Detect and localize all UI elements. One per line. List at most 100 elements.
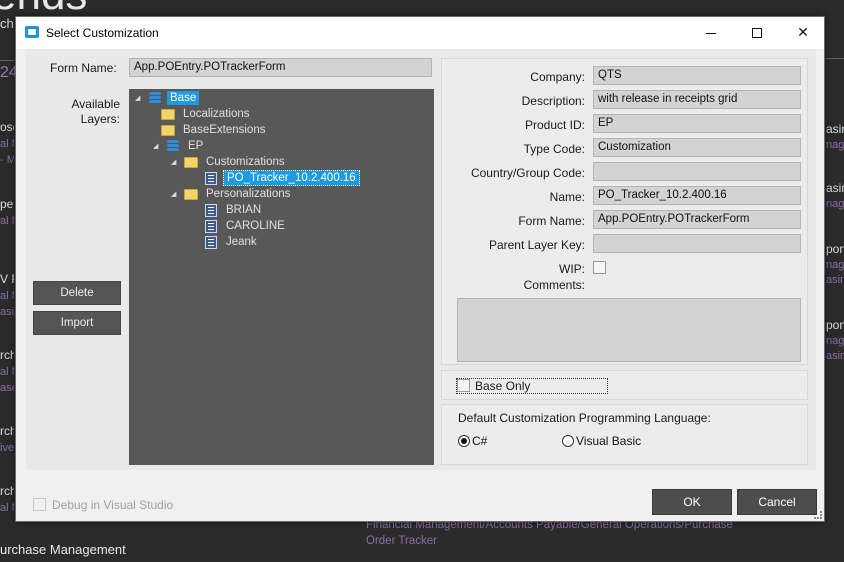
company-field[interactable]: QTS <box>593 66 801 85</box>
dialog-content: Form Name: App.POEntry.POTrackerForm Ava… <box>26 49 816 470</box>
background-right-sub: nag <box>826 198 844 210</box>
collapse-icon[interactable]: ◢ <box>171 190 181 198</box>
product-id-label: Product ID: <box>524 118 585 132</box>
tree-node-label: Jeank <box>226 236 257 248</box>
database-icon <box>166 140 180 152</box>
collapse-icon[interactable]: ◢ <box>135 94 145 102</box>
form-name-field[interactable]: App.POEntry.POTrackerForm <box>129 58 432 77</box>
customization-details-panel: Company: QTS Description: with release i… <box>441 58 808 365</box>
background-right-sub: nag <box>826 259 844 271</box>
maximize-button[interactable] <box>734 17 780 49</box>
folder-icon <box>184 188 198 200</box>
wip-label: WIP: <box>559 262 585 276</box>
parent-layer-key-label: Parent Layer Key: <box>488 238 585 252</box>
dialog-titlebar[interactable]: Select Customization ✕ <box>16 17 824 49</box>
background-left-item[interactable]: pe <box>0 197 14 211</box>
background-right-item[interactable]: pon <box>826 242 844 256</box>
ok-button[interactable]: OK <box>652 489 732 515</box>
wip-checkbox[interactable] <box>593 261 606 274</box>
background-right-item[interactable]: pon <box>826 318 844 332</box>
tree-node-localizations[interactable]: Localizations <box>148 106 252 122</box>
debug-checkbox[interactable] <box>33 498 46 511</box>
collapse-icon[interactable]: ◢ <box>171 158 181 166</box>
tree-node-po-tracker[interactable]: PO_Tracker_10.2.400.16 <box>205 170 360 186</box>
maximize-icon <box>752 28 762 38</box>
type-code-field[interactable]: Customization <box>593 138 801 157</box>
background-left-sub: al M <box>0 366 14 378</box>
minimize-icon <box>706 32 716 34</box>
tree-node-ep[interactable]: ◢ EP <box>153 138 206 154</box>
background-divider <box>826 58 844 59</box>
description-label: Description: <box>521 94 585 108</box>
description-field[interactable]: with release in receipts grid <box>593 90 801 109</box>
background-app-subtitle: ch <box>0 16 14 31</box>
resize-grip-icon[interactable] <box>814 511 822 519</box>
name-field[interactable]: PO_Tracker_10.2.400.16 <box>593 186 801 205</box>
background-left-sub: ive <box>0 442 14 454</box>
dialog-title: Select Customization <box>46 26 159 40</box>
comments-label: Comments: <box>523 278 585 292</box>
tree-node-label: CAROLINE <box>226 220 285 232</box>
base-only-label[interactable]: Base Only <box>456 378 608 394</box>
app-icon <box>25 26 39 38</box>
details-form-name-label: Form Name: <box>518 214 585 228</box>
tree-node-caroline[interactable]: CAROLINE <box>205 218 288 234</box>
tree-node-brian[interactable]: BRIAN <box>205 202 264 218</box>
parent-layer-key-field[interactable] <box>593 234 801 253</box>
background-left-item[interactable]: rch <box>0 348 14 362</box>
country-group-code-field[interactable] <box>593 162 801 181</box>
tree-node-baseextensions[interactable]: BaseExtensions <box>148 122 268 138</box>
delete-button[interactable]: Delete <box>33 281 121 305</box>
tree-node-label: BRIAN <box>226 204 262 216</box>
cancel-button[interactable]: Cancel <box>737 489 817 515</box>
tree-node-label: EP <box>188 140 204 152</box>
debug-label: Debug in Visual Studio <box>52 498 174 512</box>
tree-node-customizations[interactable]: ◢ Customizations <box>171 154 288 170</box>
database-icon <box>148 92 162 104</box>
available-layers-label: Available Layers: <box>71 97 120 126</box>
visual-basic-radio[interactable]: Visual Basic <box>562 434 641 448</box>
minimize-button[interactable] <box>688 17 734 49</box>
radio-unselected-icon <box>562 435 574 447</box>
language-panel: Default Customization Programming Langua… <box>441 404 808 465</box>
background-right-sub: nag <box>826 139 844 151</box>
language-label: Default Customization Programming Langua… <box>458 411 711 425</box>
close-button[interactable]: ✕ <box>780 17 826 49</box>
background-right-sub: asin <box>826 350 844 362</box>
product-id-field[interactable]: EP <box>593 114 801 133</box>
tree-node-personalizations[interactable]: ◢ Personalizations <box>171 186 293 202</box>
details-form-name-field[interactable]: App.POEntry.POTrackerForm <box>593 210 801 229</box>
tree-node-label: Customizations <box>206 156 285 168</box>
background-left-sub: al M <box>0 138 14 150</box>
background-right-sub: asin <box>826 274 844 286</box>
country-group-code-label: Country/Group Code: <box>470 166 585 180</box>
background-left-item[interactable]: rch <box>0 424 14 438</box>
tree-node-base[interactable]: ◢ Base <box>135 90 200 106</box>
background-right-item[interactable]: asin <box>826 181 844 195</box>
background-section-title: urchase Management <box>0 542 126 557</box>
folder-icon <box>184 156 198 168</box>
tree-node-jeank[interactable]: Jeank <box>205 234 260 250</box>
document-icon <box>205 219 217 233</box>
import-button[interactable]: Import <box>33 311 121 335</box>
visual-basic-radio-label: Visual Basic <box>576 434 642 448</box>
csharp-radio[interactable]: C# <box>458 434 487 448</box>
collapse-icon[interactable]: ◢ <box>153 142 163 150</box>
background-left-sub: al M <box>0 290 14 302</box>
background-left-item[interactable]: V P <box>0 272 14 286</box>
base-only-panel: Base Only <box>441 370 808 400</box>
background-left-sub: al M <box>0 215 14 227</box>
close-icon: ✕ <box>797 25 809 41</box>
folder-icon <box>161 108 175 120</box>
background-left-item[interactable]: rch <box>0 484 14 498</box>
tree-node-label: PO_Tracker_10.2.400.16 <box>223 170 360 186</box>
background-right-item[interactable]: asin <box>826 122 844 136</box>
comments-field[interactable] <box>457 298 801 362</box>
csharp-radio-label: C# <box>472 434 488 448</box>
form-name-label: Form Name: <box>50 61 117 75</box>
background-right-sub: nag <box>826 335 844 347</box>
layers-tree[interactable]: ◢ Base Localizations BaseExtensions ◢ EP… <box>129 89 434 465</box>
name-label: Name: <box>549 190 585 204</box>
background-left-item[interactable]: ose <box>0 120 14 134</box>
folder-icon <box>161 124 175 136</box>
